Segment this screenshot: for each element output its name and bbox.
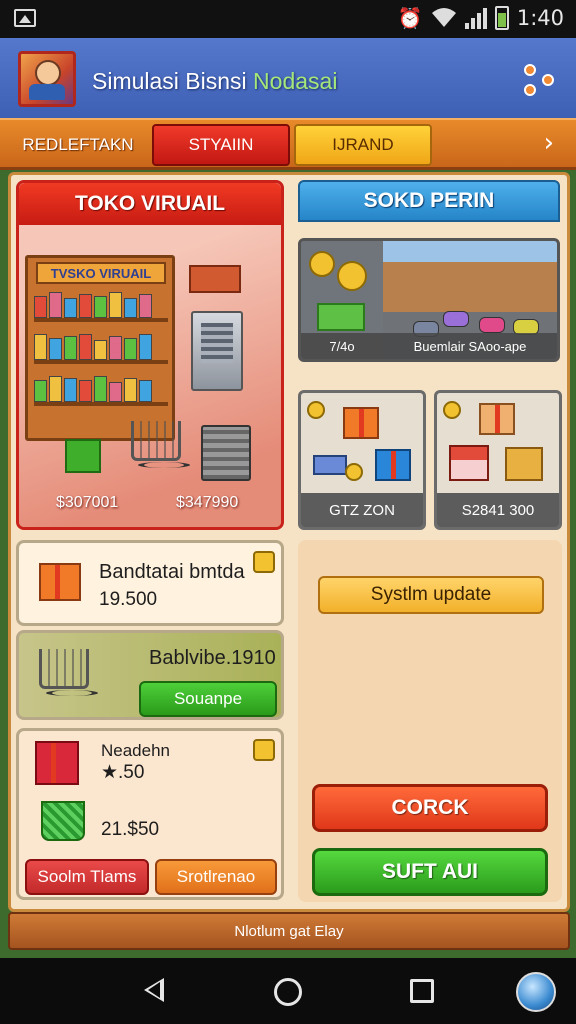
coin-icon: [443, 401, 461, 419]
basket-icon: [201, 425, 251, 481]
list-item[interactable]: Bablvibe.1910 Souanpe: [16, 630, 284, 720]
item-tile[interactable]: GTZ ZON: [298, 390, 426, 530]
app-title-main: Simulasi Bisnsi: [92, 68, 254, 94]
list-item-title: Neadehn: [101, 741, 171, 760]
street-caption-left: 7/4o: [329, 338, 355, 354]
action-panel: Systlm update CORCK SUFT AUI: [298, 540, 562, 902]
item-tile-label: GTZ ZON: [301, 493, 423, 527]
system-update-button[interactable]: Systlm update: [318, 576, 544, 614]
back-icon[interactable]: [144, 978, 164, 1002]
register-illustration: [191, 311, 243, 391]
alarm-icon: ⏰: [397, 6, 423, 30]
store-price-right: $347990: [176, 494, 239, 511]
green-box-illustration: [65, 439, 101, 473]
street-card[interactable]: SOKD PERIN 7/4o Buemlair SAoo-ape: [298, 180, 562, 382]
street-caption: 7/4o Buemlair SAoo-ape: [301, 333, 557, 359]
box-icon: [313, 455, 347, 475]
shopping-cart-icon: [131, 421, 190, 468]
box-icon: [449, 445, 489, 481]
wifi-icon: [431, 8, 456, 27]
tab-redleftakn[interactable]: REDLEFTAKN: [12, 124, 144, 166]
box-sign-illustration: [189, 265, 241, 293]
gift-icon: [479, 403, 515, 435]
battery-icon: [494, 6, 509, 30]
item-tile-label: S2841 300: [437, 493, 559, 527]
coin-badge-icon: [253, 739, 275, 761]
box-icon: [505, 447, 543, 481]
tab-ijrand[interactable]: IJRAND: [294, 124, 432, 166]
store-card[interactable]: TOKO VIRUAIL TVSKO VIRUAIL: [16, 180, 284, 530]
srotlrenao-button[interactable]: Srotlrenao: [155, 859, 277, 895]
street-title: SOKD PERIN: [298, 180, 560, 222]
app-bar: Simulasi Bisnsi Nodasai: [0, 38, 576, 118]
basket-icon: [41, 801, 85, 841]
home-icon[interactable]: [274, 978, 302, 1006]
status-bar: ⏰ 1:40: [0, 0, 576, 38]
gift-icon: [39, 563, 81, 601]
item-tile[interactable]: S2841 300: [434, 390, 562, 530]
list-item-title: Bablvibe.1910: [149, 647, 276, 669]
footer-bar: Nlotlum gat Elay: [8, 912, 570, 950]
list-item-value: ★.50: [101, 762, 145, 783]
gift-icon: [375, 449, 411, 481]
store-scene: TVSKO VIRUAIL: [19, 225, 281, 527]
street-view: 7/4o Buemlair SAoo-ape: [298, 238, 560, 362]
tab-styaiin[interactable]: STYAIIN: [152, 124, 290, 166]
share-icon[interactable]: [522, 62, 558, 98]
shelf-illustration: TVSKO VIRUAIL: [25, 255, 175, 441]
gift-icon: [343, 407, 379, 439]
coin-badge-icon: [253, 551, 275, 573]
coin-icon: [337, 261, 367, 291]
shelf-sign: TVSKO VIRUAIL: [36, 262, 166, 284]
suft-aui-button[interactable]: SUFT AUI: [312, 848, 548, 896]
system-nav-bar: [0, 958, 576, 1024]
coin-icon: [345, 463, 363, 481]
coin-icon: [309, 251, 335, 277]
corck-button[interactable]: CORCK: [312, 784, 548, 832]
store-title: TOKO VIRUAIL: [19, 183, 281, 225]
soolm-tlams-button[interactable]: Soolm Tlams: [25, 859, 149, 895]
list-item[interactable]: Bandtatai bmtda 19.500: [16, 540, 284, 626]
list-item[interactable]: Neadehn ★.50 21.$50 Soolm Tlams Srotlren…: [16, 728, 284, 900]
recent-apps-icon[interactable]: [410, 979, 434, 1003]
tab-bar: REDLEFTAKN STYAIIN IJRAND ›: [0, 118, 576, 170]
app-title-accent: Nodasai: [253, 68, 338, 94]
coin-icon: [307, 401, 325, 419]
list-item-value-secondary: 21.$50: [101, 819, 160, 840]
gift-icon: [35, 741, 79, 785]
gallery-icon: [14, 9, 36, 27]
list-item-value: 19.500: [99, 589, 158, 610]
signal-icon: [464, 7, 487, 29]
app-title: Simulasi Bisnsi Nodasai: [92, 68, 337, 95]
list-item-title: Bandtatai bmtda: [99, 561, 245, 583]
cash-icon: [317, 303, 365, 331]
system-icons: ⏰ 1:40: [398, 6, 564, 30]
shopping-cart-icon: [39, 649, 98, 696]
souanpe-button[interactable]: Souanpe: [139, 681, 277, 717]
street-caption-right: Buemlair SAoo-ape: [413, 338, 527, 354]
clock: 1:40: [516, 6, 564, 30]
store-price-left: $307001: [56, 494, 119, 511]
app-logo: [18, 51, 76, 107]
chevron-right-icon[interactable]: ›: [544, 128, 554, 158]
assistant-icon[interactable]: [516, 972, 556, 1012]
